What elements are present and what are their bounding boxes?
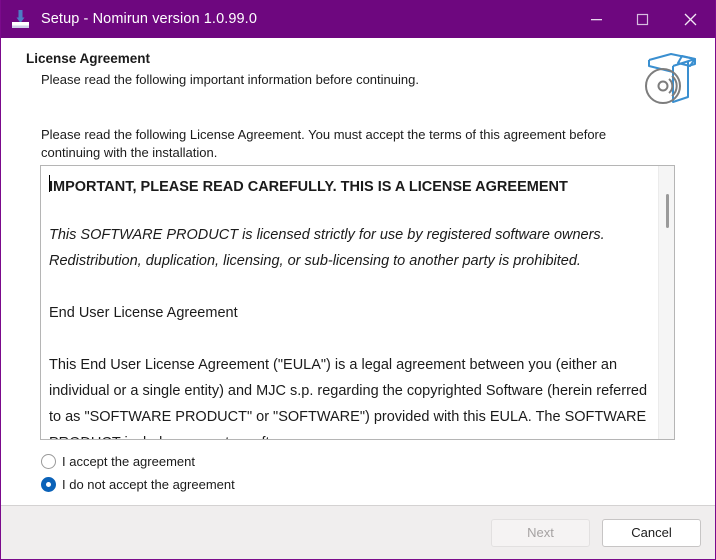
page-subtitle: Please read the following important info… [41, 72, 419, 87]
radio-checked-icon [41, 477, 56, 492]
license-text-content: IMPORTANT, PLEASE READ CAREFULLY. THIS I… [41, 166, 658, 439]
radio-accept-agreement[interactable]: I accept the agreement [41, 450, 235, 473]
window-title: Setup - Nomirun version 1.0.99.0 [41, 11, 257, 27]
setup-window: Setup - Nomirun version 1.0.99.0 License… [0, 0, 716, 560]
next-button[interactable]: Next [491, 518, 590, 547]
close-icon [684, 13, 696, 25]
installer-download-tray-icon [12, 10, 29, 28]
license-paragraph: End User License Agreement [49, 305, 238, 321]
scrollbar-thumb[interactable] [666, 194, 669, 228]
software-box-with-disc-icon [645, 53, 696, 104]
license-scrollbar[interactable] [658, 166, 674, 439]
license-text-box[interactable]: IMPORTANT, PLEASE READ CAREFULLY. THIS I… [40, 165, 675, 440]
maximize-icon [636, 13, 648, 25]
radio-decline-label: I do not accept the agreement [62, 477, 235, 492]
window-controls [573, 0, 715, 38]
radio-unchecked-icon [41, 454, 56, 469]
page-body: License Agreement Please read the follow… [1, 38, 715, 505]
close-button[interactable] [665, 0, 715, 38]
page-title: License Agreement [26, 51, 151, 66]
radio-decline-agreement[interactable]: I do not accept the agreement [41, 473, 235, 496]
title-bar: Setup - Nomirun version 1.0.99.0 [1, 0, 715, 38]
footer-bar: Next Cancel [1, 505, 715, 559]
intro-text: Please read the following License Agreem… [41, 127, 607, 160]
radio-accept-label: I accept the agreement [62, 454, 195, 469]
license-paragraph: This SOFTWARE PRODUCT is licensed strict… [49, 227, 609, 269]
agreement-options: I accept the agreement I do not accept t… [41, 450, 235, 496]
license-paragraph: IMPORTANT, PLEASE READ CAREFULLY. THIS I… [49, 179, 568, 195]
minimize-button[interactable] [573, 0, 619, 38]
page-header: License Agreement Please read the follow… [1, 38, 715, 110]
text-caret [49, 175, 50, 192]
minimize-icon [590, 18, 602, 20]
license-paragraph: This End User License Agreement ("EULA")… [49, 357, 648, 439]
cancel-button[interactable]: Cancel [602, 518, 701, 547]
maximize-button[interactable] [619, 0, 665, 38]
